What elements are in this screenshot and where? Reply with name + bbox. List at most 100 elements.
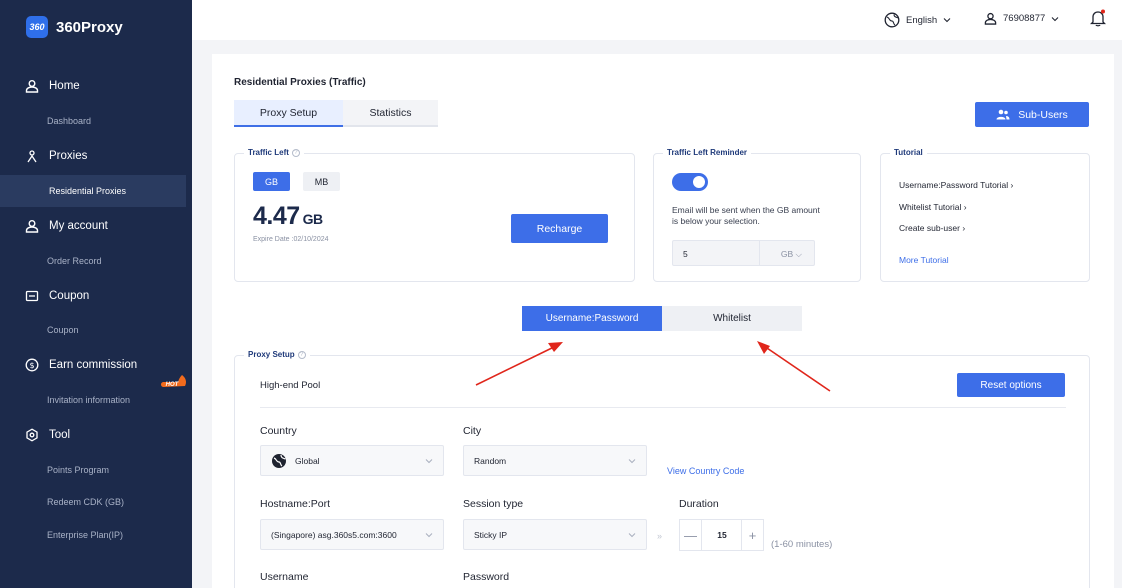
proxy-setup-title: Proxy Setup [248, 350, 295, 359]
dollar-icon: $ [25, 358, 39, 372]
country-value: Global [295, 456, 320, 466]
gear-icon [26, 428, 38, 442]
reminder-threshold-select[interactable]: 5 GB ⌵ [672, 240, 815, 266]
sidebar-item-coupon[interactable]: Coupon [0, 314, 186, 346]
sidebar-item-label: Home [49, 80, 80, 92]
sidebar-item-points-program[interactable]: Points Program [0, 454, 186, 486]
hostname-select[interactable]: (Singapore) asg.360s5.com:3600 [260, 519, 444, 550]
sidebar-item-label: Coupon [47, 325, 79, 335]
tutorial-panel: Tutorial Username:Password Tutorial › Wh… [880, 148, 1090, 282]
user-icon [25, 80, 39, 93]
page-tabs: Proxy Setup Statistics [234, 100, 438, 127]
user-icon [25, 220, 39, 233]
info-icon[interactable]: ? [291, 148, 300, 157]
user-id: 76908877 [1003, 13, 1046, 24]
double-chevron-icon: » [657, 531, 663, 541]
tutorial-link-label: Create sub-user [899, 223, 960, 233]
sidebar-item-label: Tool [49, 429, 71, 441]
recharge-button[interactable]: Recharge [511, 214, 608, 243]
sidebar-item-tool[interactable]: Tool [0, 423, 192, 447]
duration-value[interactable]: 15 [702, 520, 742, 550]
sub-users-button[interactable]: Sub-Users [975, 102, 1089, 127]
sidebar-item-label: Redeem CDK (GB) [47, 497, 125, 507]
unit-gb-button[interactable]: GB [253, 172, 290, 191]
duration-decrement-button[interactable]: — [680, 520, 702, 550]
password-label: Password [463, 571, 510, 583]
tutorial-title: Tutorial [894, 148, 923, 157]
view-country-code-link[interactable]: View Country Code [667, 466, 744, 476]
sidebar: 360 360Proxy Home Dashboard Proxies Resi… [0, 0, 192, 588]
traffic-left-value: 4.47 GB [253, 202, 323, 231]
sidebar-item-dashboard[interactable]: Dashboard [0, 105, 186, 137]
user-menu[interactable]: 76908877 [984, 12, 1059, 25]
sidebar-item-redeem-cdk[interactable]: Redeem CDK (GB) [0, 486, 186, 518]
svg-text:$: $ [29, 361, 34, 370]
sidebar-item-proxies[interactable]: Proxies [0, 144, 192, 168]
sidebar-item-enterprise-plan[interactable]: Enterprise Plan(IP) [0, 519, 186, 551]
main-content: Residential Proxies (Traffic) Proxy Setu… [212, 54, 1114, 588]
unit-mb-button[interactable]: MB [303, 172, 340, 191]
more-tutorial-link[interactable]: More Tutorial [899, 255, 949, 265]
tab-username-password[interactable]: Username:Password [522, 306, 662, 331]
bell-icon [1090, 9, 1106, 27]
users-icon [996, 109, 1010, 120]
duration-hint: (1-60 minutes) [771, 539, 833, 550]
tab-whitelist[interactable]: Whitelist [662, 306, 802, 331]
brand-name: 360Proxy [56, 18, 123, 36]
sidebar-item-residential-proxies[interactable]: Residential Proxies [0, 175, 186, 207]
brand[interactable]: 360 360Proxy [26, 16, 123, 38]
expire-date: Expire Date :02/10/2024 [253, 236, 329, 243]
reminder-title: Traffic Left Reminder [667, 148, 748, 157]
sidebar-item-label: Dashboard [47, 116, 92, 126]
language-selector[interactable]: English [884, 12, 951, 28]
city-value: Random [474, 456, 507, 466]
traffic-left-panel: Traffic Left ? GB MB 4.47 GB Expire Date … [234, 148, 635, 282]
sidebar-item-label: My account [49, 220, 108, 232]
traffic-amount: 4.47 [253, 202, 300, 230]
sidebar-item-label: Enterprise Plan(IP) [47, 530, 124, 540]
tutorial-link-label: Whitelist Tutorial [899, 202, 962, 212]
sidebar-item-coupon-group[interactable]: Coupon [0, 284, 192, 308]
notification-button[interactable] [1090, 9, 1106, 27]
chevron-down-icon [943, 18, 951, 23]
sub-users-label: Sub-Users [1018, 108, 1068, 121]
tutorial-link-username-password[interactable]: Username:Password Tutorial › [899, 180, 1013, 190]
sidebar-item-my-account[interactable]: My account [0, 214, 192, 238]
chevron-down-icon [1051, 16, 1059, 21]
reminder-toggle[interactable] [672, 173, 708, 191]
auth-mode-tabs: Username:Password Whitelist [522, 306, 802, 331]
chevron-down-icon [425, 459, 433, 464]
sidebar-item-invitation-information[interactable]: Invitation information [0, 384, 186, 416]
reset-options-button[interactable]: Reset options [957, 373, 1065, 397]
tutorial-legend: Tutorial [890, 148, 927, 157]
sidebar-item-order-record[interactable]: Order Record [0, 245, 186, 277]
sidebar-item-label: Residential Proxies [49, 186, 127, 196]
session-type-select[interactable]: Sticky IP [463, 519, 647, 550]
sidebar-item-label: Points Program [47, 465, 110, 475]
sidebar-item-home[interactable]: Home [0, 74, 192, 98]
traffic-reminder-panel: Traffic Left Reminder Email will be sent… [653, 148, 861, 282]
reminder-threshold-value: 5 [683, 249, 688, 259]
globe-icon [884, 12, 900, 28]
duration-label: Duration [679, 498, 719, 510]
coupon-icon [25, 290, 39, 302]
tab-statistics[interactable]: Statistics [343, 100, 438, 127]
session-type-label: Session type [463, 498, 524, 510]
info-icon[interactable]: ? [297, 350, 306, 359]
sidebar-item-label: Invitation information [47, 395, 131, 405]
reminder-threshold-unit: GB ⌵ [780, 249, 802, 259]
city-select[interactable]: Random [463, 445, 647, 476]
chevron-down-icon [425, 533, 433, 538]
tutorial-link-whitelist[interactable]: Whitelist Tutorial › [899, 202, 967, 212]
select-divider [759, 241, 760, 265]
proxy-setup-panel: Proxy Setup ? High-end Pool Reset option… [234, 350, 1090, 588]
tutorial-link-create-sub-user[interactable]: Create sub-user › [899, 223, 965, 233]
sidebar-item-label: Earn commission [49, 359, 138, 371]
duration-increment-button[interactable]: + [741, 520, 763, 550]
country-select[interactable]: Global [260, 445, 444, 476]
proxies-icon [27, 150, 37, 163]
tab-proxy-setup[interactable]: Proxy Setup [234, 100, 343, 127]
sidebar-item-label: Coupon [49, 290, 90, 302]
toggle-knob [693, 176, 705, 188]
reminder-description: Email will be sent when the GB amount is… [672, 205, 820, 226]
